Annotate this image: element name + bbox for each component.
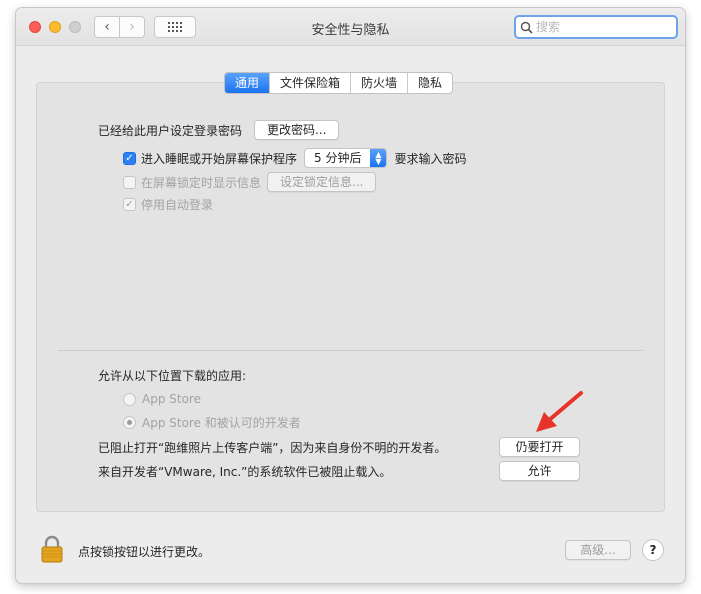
show-message-checkbox[interactable] bbox=[123, 175, 136, 189]
lock-hint-text: 点按锁按钮以进行更改。 bbox=[78, 545, 211, 559]
open-anyway-button[interactable]: 仍要打开 bbox=[499, 437, 580, 457]
disable-autologin-checkbox[interactable]: ✓ bbox=[123, 198, 136, 211]
require-password-label: 进入睡眠或开始屏幕保护程序 bbox=[141, 151, 298, 166]
blocked-software-message: 来自开发者“VMware, Inc.”的系统软件已被阻止载入。 bbox=[98, 465, 392, 479]
search-input[interactable] bbox=[536, 20, 676, 34]
radio-identified-label: App Store 和被认可的开发者 bbox=[142, 416, 301, 430]
set-lock-message-button[interactable]: 设定锁定信息... bbox=[267, 172, 377, 192]
section-divider bbox=[58, 350, 643, 351]
tab-firewall[interactable]: 防火墙 bbox=[350, 73, 407, 93]
password-delay-value: 5 分钟后 bbox=[314, 151, 362, 165]
advanced-button[interactable]: 高级... bbox=[565, 540, 631, 560]
title-bar: ‹ › 安全性与隐私 bbox=[16, 8, 685, 46]
stepper-arrows-icon: ▲ ▼ bbox=[370, 149, 387, 167]
disable-autologin-label: 停用自动登录 bbox=[141, 198, 214, 212]
show-message-label: 在屏幕锁定时显示信息 bbox=[141, 175, 262, 190]
password-row: 已经给此用户设定登录密码 更改密码... bbox=[98, 120, 340, 140]
lock-icon[interactable] bbox=[40, 535, 64, 563]
radio-app-store-row: App Store bbox=[123, 392, 201, 406]
downloads-heading: 允许从以下位置下载的应用: bbox=[98, 369, 247, 383]
blocked-app-row: 已阻止打开“跑维照片上传客户端”，因为来自身份不明的开发者。 bbox=[98, 439, 446, 456]
require-password-checkbox[interactable]: ✓ bbox=[123, 151, 136, 165]
tab-filevault[interactable]: 文件保险箱 bbox=[269, 73, 350, 93]
radio-selected-dot bbox=[127, 420, 132, 425]
change-password-button[interactable]: 更改密码... bbox=[254, 120, 340, 140]
blocked-app-message: 已阻止打开“跑维照片上传客户端”，因为来自身份不明的开发者。 bbox=[98, 441, 447, 455]
password-label: 已经给此用户设定登录密码 bbox=[98, 123, 243, 138]
search-field[interactable] bbox=[514, 15, 678, 39]
allow-button[interactable]: 允许 bbox=[499, 461, 580, 481]
downloads-heading-row: 允许从以下位置下载的应用: bbox=[98, 367, 246, 384]
radio-app-store-label: App Store bbox=[142, 392, 201, 406]
radio-app-store[interactable] bbox=[123, 392, 136, 406]
radio-identified-row: App Store 和被认可的开发者 bbox=[123, 414, 301, 431]
help-button[interactable]: ? bbox=[642, 539, 664, 561]
password-delay-select[interactable]: 5 分钟后 ▲ ▼ bbox=[304, 148, 388, 168]
preferences-window: ‹ › 安全性与隐私 通用 文件保险箱 防火墙 隐私 已经给此用户设定登录密码 … bbox=[16, 8, 685, 583]
show-message-row: 在屏幕锁定时显示信息 设定锁定信息... bbox=[123, 172, 377, 192]
annotation-arrow-icon bbox=[536, 391, 583, 432]
tab-privacy[interactable]: 隐私 bbox=[407, 73, 452, 93]
search-icon bbox=[520, 21, 533, 34]
require-password-suffix: 要求输入密码 bbox=[394, 151, 467, 166]
blocked-software-row: 来自开发者“VMware, Inc.”的系统软件已被阻止载入。 bbox=[98, 463, 391, 480]
tab-general[interactable]: 通用 bbox=[225, 73, 270, 93]
radio-identified-developers[interactable] bbox=[123, 416, 136, 429]
require-password-row: ✓ 进入睡眠或开始屏幕保护程序 5 分钟后 ▲ ▼ 要求输入密码 bbox=[123, 148, 466, 168]
disable-autologin-row: ✓ 停用自动登录 bbox=[123, 196, 213, 213]
tab-bar: 通用 文件保险箱 防火墙 隐私 bbox=[224, 72, 454, 94]
